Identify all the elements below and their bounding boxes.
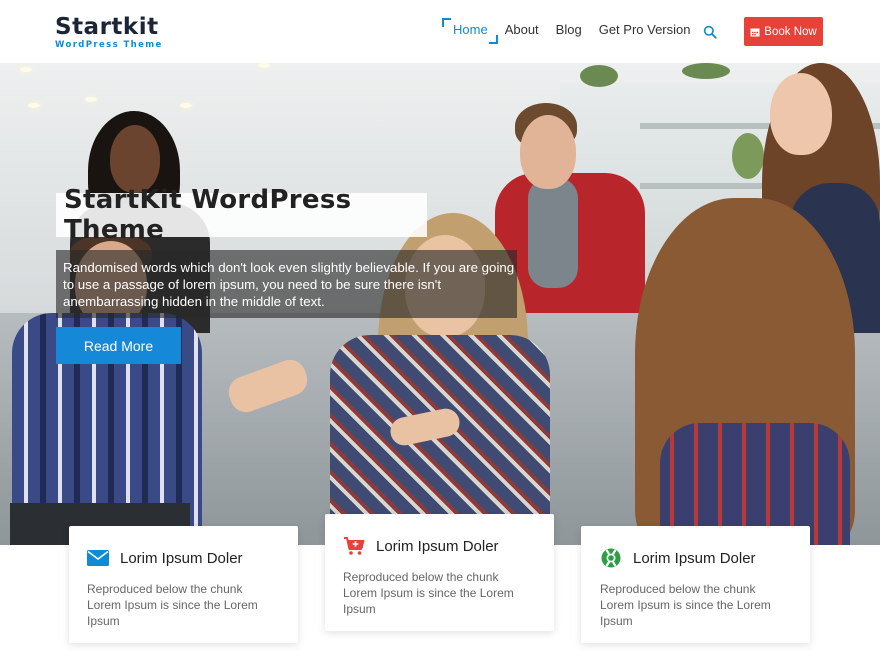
hero-description-box: Randomised words which don't look even s… (56, 250, 517, 318)
nav-item-home[interactable]: Home (442, 18, 498, 44)
hero-title: StartKit WordPress Theme (64, 185, 352, 245)
nav-item-about[interactable]: About (505, 22, 539, 38)
lifebuoy-icon (600, 547, 622, 569)
site-header: Startkit WordPress Theme Home About Blog… (0, 0, 880, 63)
feature-title: Lorim Ipsum Doler (633, 549, 756, 567)
feature-text: Reproduced below the chunk Lorem Ipsum i… (343, 570, 514, 616)
feature-title: Lorim Ipsum Doler (120, 549, 243, 567)
cart-add-icon (343, 535, 365, 557)
feature-title: Lorim Ipsum Doler (376, 537, 499, 555)
hero-section: StartKit WordPress Theme Randomised word… (0, 63, 880, 545)
nav-item-blog[interactable]: Blog (556, 22, 582, 38)
feature-card-2: Lorim Ipsum Doler Reproduced below the c… (325, 514, 554, 631)
hero-title-box: StartKit WordPress Theme (56, 185, 427, 245)
envelope-icon (87, 547, 109, 569)
search-icon[interactable] (703, 25, 717, 39)
read-more-button[interactable]: Read More (56, 327, 181, 364)
feature-card-3: Lorim Ipsum Doler Reproduced below the c… (581, 526, 810, 643)
hero-description: Randomised words which don't look even s… (63, 260, 515, 309)
nav-item-get-pro[interactable]: Get Pro Version (599, 22, 691, 38)
site-logo[interactable]: Startkit WordPress Theme (55, 14, 163, 50)
feature-text: Reproduced below the chunk Lorem Ipsum i… (87, 582, 258, 628)
logo-sub-text: WordPress Theme (55, 40, 163, 50)
book-now-button[interactable]: Book Now (744, 17, 823, 46)
book-now-label: Book Now (764, 25, 817, 38)
main-nav: Home About Blog Get Pro Version (442, 18, 707, 44)
logo-main-text: Startkit (55, 14, 159, 40)
calendar-icon (750, 28, 760, 36)
feature-card-1: Lorim Ipsum Doler Reproduced below the c… (69, 526, 298, 643)
feature-text: Reproduced below the chunk Lorem Ipsum i… (600, 582, 771, 628)
